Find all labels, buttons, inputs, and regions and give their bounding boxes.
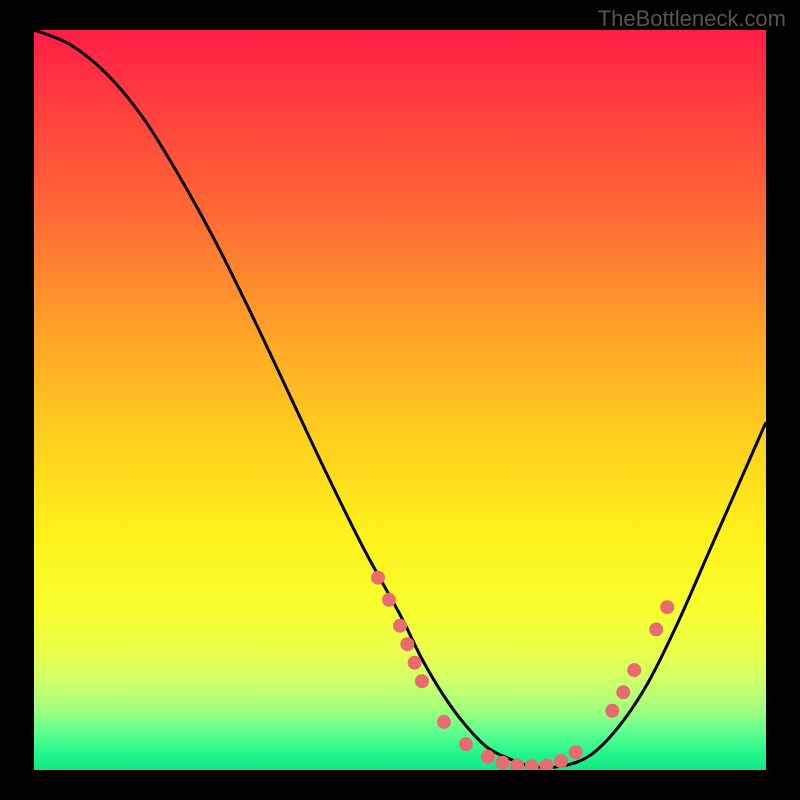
data-dot xyxy=(660,600,674,614)
data-dot xyxy=(495,756,509,770)
data-dot xyxy=(408,656,422,670)
plot-area xyxy=(34,30,766,770)
data-dot xyxy=(371,571,385,585)
data-dot xyxy=(627,663,641,677)
data-dot xyxy=(382,593,396,607)
data-dot xyxy=(605,704,619,718)
data-dot xyxy=(437,715,451,729)
data-dot xyxy=(459,737,473,751)
chart-container: TheBottleneck.com xyxy=(0,0,800,800)
curve-layer xyxy=(34,30,766,770)
data-dot xyxy=(616,685,630,699)
data-dot xyxy=(539,759,553,770)
data-dot xyxy=(569,745,583,759)
data-dot xyxy=(525,759,539,770)
data-dot xyxy=(481,750,495,764)
data-dot xyxy=(554,754,568,768)
data-dot xyxy=(649,622,663,636)
bottleneck-curve xyxy=(34,30,766,767)
data-dot xyxy=(415,674,429,688)
watermark-text: TheBottleneck.com xyxy=(598,6,786,32)
data-dot xyxy=(400,637,414,651)
data-dot xyxy=(393,619,407,633)
